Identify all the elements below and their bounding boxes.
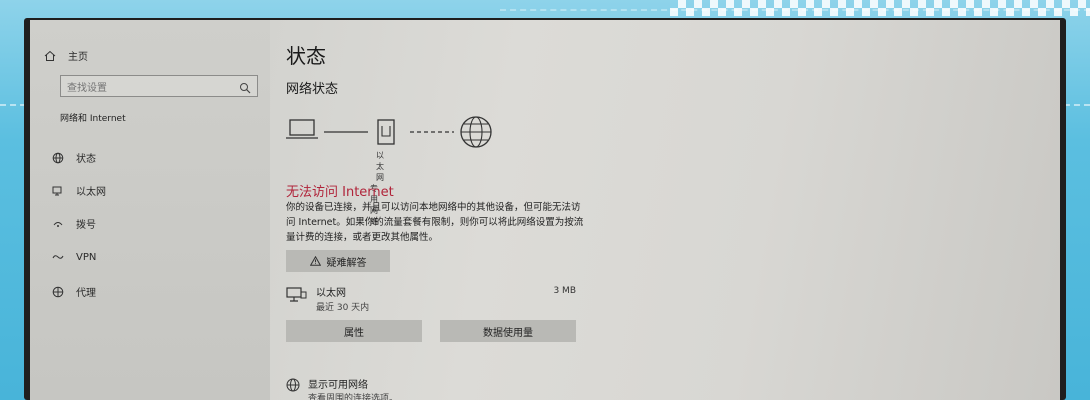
- search-icon[interactable]: [239, 79, 251, 98]
- troubleshoot-label: 疑难解答: [326, 257, 367, 269]
- search-input[interactable]: [61, 79, 233, 98]
- internet-globe-icon: [460, 116, 492, 148]
- sidebar: 主页 网络和 Internet 状态 以太网 拨号: [30, 20, 270, 400]
- troubleshoot-button[interactable]: 疑难解答: [286, 250, 390, 272]
- adapter-label-line1: 以太网: [376, 151, 384, 182]
- properties-label: 属性: [344, 327, 364, 339]
- home-label: 主页: [68, 52, 88, 63]
- error-description: 你的设备已连接，并且可以访问本地网络中的其他设备，但可能无法访问 Interne…: [286, 202, 584, 243]
- sidebar-home[interactable]: 主页: [42, 48, 88, 63]
- connection-item[interactable]: 以太网 最近 30 天内 3 MB: [286, 284, 576, 314]
- proxy-icon: [50, 285, 66, 299]
- available-networks-icon: [286, 378, 302, 398]
- data-usage-label: 数据使用量: [483, 327, 533, 339]
- available-networks-subtitle: 查看周围的连接选项。: [308, 394, 399, 400]
- background-checker-pattern: [670, 0, 1090, 16]
- sidebar-item-dialup[interactable]: 拨号: [50, 216, 96, 231]
- sidebar-item-label: 代理: [76, 288, 96, 299]
- section-title: 网络和 Internet: [60, 114, 126, 124]
- laptop-icon: [286, 119, 318, 139]
- connection-name: 以太网: [316, 288, 346, 299]
- sidebar-item-label: 状态: [76, 154, 96, 165]
- ethernet-adapter-icon: [377, 119, 395, 145]
- ethernet-icon: [50, 184, 66, 198]
- ethernet-connection-icon: [286, 286, 308, 308]
- vpn-icon: [50, 250, 66, 264]
- properties-button[interactable]: 属性: [286, 320, 422, 342]
- dialup-icon: [50, 217, 66, 231]
- connection-time: 最近 30 天内: [316, 303, 370, 313]
- connection-size: 3 MB: [553, 286, 576, 296]
- sidebar-item-label: 拨号: [76, 220, 96, 231]
- sidebar-item-ethernet[interactable]: 以太网: [50, 183, 106, 198]
- sidebar-item-vpn[interactable]: VPN: [50, 250, 96, 264]
- sidebar-item-proxy[interactable]: 代理: [50, 284, 96, 299]
- page-title: 状态: [286, 44, 326, 68]
- network-status-heading: 网络状态: [286, 82, 339, 97]
- home-icon: [42, 49, 58, 63]
- sidebar-item-label: 以太网: [76, 187, 106, 198]
- sidebar-item-label: VPN: [76, 251, 97, 263]
- data-usage-button[interactable]: 数据使用量: [440, 320, 576, 342]
- error-title: 无法访问 Internet: [286, 185, 394, 200]
- sidebar-item-status[interactable]: 状态: [50, 150, 96, 165]
- search-box[interactable]: [60, 75, 258, 98]
- main-content: 状态 网络状态 以太网 专用网络 无法访问 Internet 你的设备已连接，并…: [286, 20, 1056, 400]
- settings-window: 主页 网络和 Internet 状态 以太网 拨号: [30, 20, 1060, 400]
- available-networks-title: 显示可用网络: [308, 380, 368, 391]
- warning-icon: [309, 256, 321, 266]
- globe-icon: [50, 151, 66, 165]
